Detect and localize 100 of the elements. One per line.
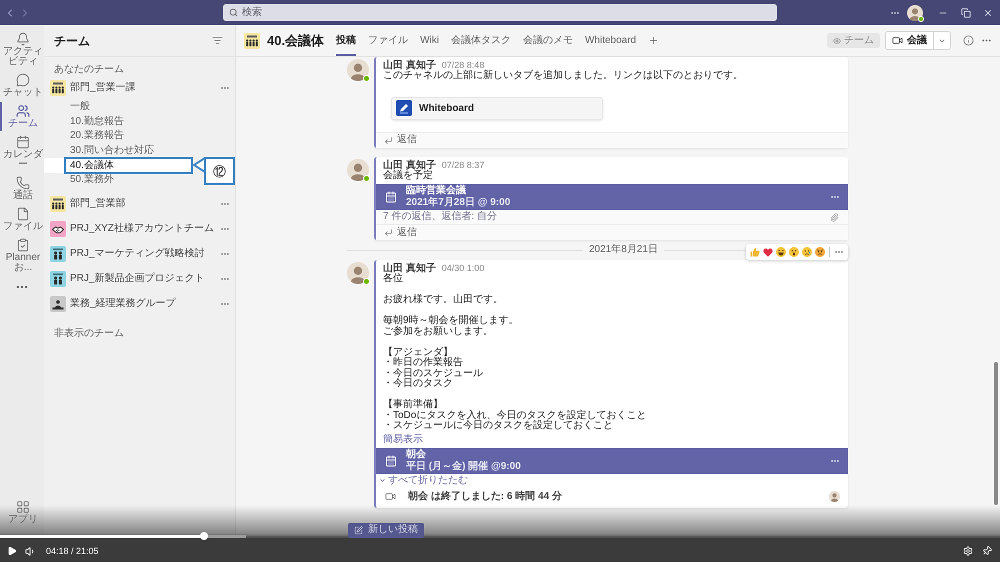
team-badge-label: チーム bbox=[844, 36, 874, 46]
filter-icon[interactable] bbox=[212, 35, 223, 46]
angry-face-icon[interactable] bbox=[815, 247, 825, 257]
calendar-icon bbox=[385, 191, 397, 203]
calendar-icon bbox=[16, 135, 30, 149]
channel-item[interactable]: 20.業務報告 bbox=[44, 129, 193, 144]
navigation-rail-item[interactable]: アプリ bbox=[0, 498, 44, 527]
team-item[interactable]: PRJ_マーケティング戦略検討 bbox=[44, 242, 235, 267]
tab[interactable]: 投稿 bbox=[336, 25, 356, 56]
meeting-banner[interactable]: 臨時営業会議 2021年7月28日 @ 9:00 bbox=[376, 184, 848, 210]
navigation-rail-item[interactable]: Planner お... bbox=[0, 236, 44, 275]
meet-button[interactable]: 会議 bbox=[885, 31, 934, 50]
message-text: 【アジェンダ】 ・昨日の作業報告 ・今日のスケジュール ・今日のタスク bbox=[383, 348, 483, 390]
info-icon[interactable] bbox=[963, 35, 974, 46]
navigation-rail-item[interactable]: 通話 bbox=[0, 174, 44, 203]
search-icon bbox=[229, 8, 238, 17]
channel-item[interactable]: 50.業務外 bbox=[44, 172, 193, 188]
close-icon[interactable] bbox=[983, 8, 993, 18]
team-item[interactable]: PRJ_新製品企画プロジェクト bbox=[44, 266, 235, 292]
message-text: このチャネルの上部に新しいタブを追加しました。リンクは以下のとおりです。 bbox=[383, 71, 743, 82]
thumbs-up-icon[interactable] bbox=[750, 247, 760, 257]
tab[interactable]: 会議体タスク bbox=[450, 25, 511, 56]
caret-icon bbox=[379, 477, 386, 484]
file-icon bbox=[16, 207, 30, 221]
attachment-card[interactable]: Whiteboard bbox=[391, 96, 603, 120]
navigation-rail-item[interactable]: ファイル bbox=[0, 205, 44, 234]
user-avatar bbox=[347, 158, 369, 180]
calendar-icon bbox=[385, 454, 397, 466]
settings-icon[interactable] bbox=[963, 546, 973, 556]
message-text: 会議を予定 bbox=[383, 170, 433, 181]
meeting-title: 臨時営業会議 bbox=[406, 185, 467, 196]
post-time: 04/30 1:00 bbox=[442, 263, 484, 274]
pen-square-icon bbox=[354, 526, 363, 534]
collapse-all-link[interactable]: すべて折りたたむ bbox=[379, 474, 468, 488]
reply-arrow-icon bbox=[384, 136, 393, 144]
meeting-time: 平日 (月～金) 開催 @9:00 bbox=[406, 460, 521, 472]
plus-icon[interactable] bbox=[648, 35, 660, 46]
video-camera-icon bbox=[385, 491, 396, 502]
show-less-link[interactable]: 簡易表示 bbox=[383, 434, 423, 446]
tab[interactable]: Wiki bbox=[420, 25, 439, 56]
reply-button[interactable]: 返信 bbox=[376, 224, 848, 240]
tab[interactable]: 会議のメモ bbox=[522, 25, 573, 56]
play-icon[interactable] bbox=[7, 546, 17, 556]
channel-item[interactable]: 30.問い合わせ対応 bbox=[44, 144, 193, 158]
team-item[interactable]: 部門_営業部 bbox=[44, 192, 235, 217]
new-post-button[interactable]: 新しい投稿 bbox=[348, 522, 424, 538]
date-divider-label: 2021年8月21日 bbox=[588, 245, 659, 255]
user-avatar bbox=[829, 491, 840, 502]
speaker-icon[interactable] bbox=[25, 546, 36, 556]
channel-title: 40.会議体 bbox=[267, 32, 324, 50]
sidebar-title: チーム bbox=[54, 32, 90, 50]
progress-track[interactable] bbox=[0, 532, 1000, 540]
tab[interactable]: Whiteboard bbox=[584, 25, 636, 56]
heart-icon[interactable] bbox=[763, 248, 773, 256]
scrollbar-thumb[interactable] bbox=[994, 362, 998, 505]
message-text: 【事前準備】 ・ToDoにタスクを入れ、今日のタスクを設定しておくこと ・スケジュールに今日のタスクを設定しておくこと bbox=[383, 400, 646, 432]
search-bar[interactable]: 検索 bbox=[223, 4, 777, 21]
playback-time: 04:18 / 21:05 bbox=[46, 546, 99, 556]
message-text: お疲れ様です。山田です。 bbox=[383, 295, 503, 306]
message-text: 各位 bbox=[383, 274, 403, 284]
author-name: 山田 真知子 bbox=[383, 263, 436, 274]
team-item[interactable]: PRJ_XYZ社様アカウントチーム bbox=[44, 216, 235, 242]
pen-tile-icon bbox=[396, 100, 412, 116]
phone-icon bbox=[16, 176, 30, 190]
post-time: 07/28 8:37 bbox=[442, 160, 484, 170]
user-avatar bbox=[907, 4, 923, 20]
channel-item[interactable]: 10.勤怠報告 bbox=[44, 114, 193, 130]
team-item[interactable]: 部門_営業一課 bbox=[44, 75, 235, 100]
meeting-time: 2021年7月28日 @ 9:00 bbox=[406, 197, 510, 209]
restore-icon[interactable] bbox=[961, 8, 971, 18]
people-icon bbox=[16, 104, 30, 118]
callout-pointer-icon bbox=[193, 157, 205, 174]
post-time: 07/28 8:48 bbox=[442, 60, 484, 70]
meeting-title: 朝会 bbox=[406, 448, 427, 460]
sad-face-icon[interactable] bbox=[802, 247, 812, 257]
author-name: 山田 真知子 bbox=[383, 60, 436, 71]
reply-button[interactable]: 返信 bbox=[376, 132, 848, 148]
navigation-rail-item[interactable]: チャット bbox=[0, 71, 44, 100]
surprised-face-icon[interactable] bbox=[789, 247, 799, 257]
section-label: 非表示のチーム bbox=[54, 328, 124, 340]
tab[interactable]: ファイル bbox=[368, 25, 408, 56]
clipboard-check-icon bbox=[16, 238, 30, 252]
eye-icon bbox=[833, 36, 841, 44]
navigation-rail-item[interactable]: カレンダー bbox=[0, 133, 44, 172]
message-text: 毎朝9時～朝会を開催します。 ご参加をお願いします。 bbox=[383, 316, 519, 337]
user-avatar bbox=[347, 59, 369, 81]
bell-icon bbox=[16, 32, 30, 46]
chat-bubble-icon bbox=[16, 73, 30, 87]
search-field[interactable]: 検索 bbox=[242, 6, 771, 20]
paperclip-icon bbox=[830, 212, 839, 222]
section-label: あなたのチーム bbox=[54, 64, 124, 75]
laughing-face-icon[interactable] bbox=[776, 247, 786, 257]
reply-arrow-icon bbox=[384, 228, 393, 237]
channel-item[interactable]: 一般 bbox=[44, 100, 193, 115]
meeting-banner[interactable]: 朝会 平日 (月～金) 開催 @9:00 bbox=[376, 448, 848, 474]
replies-summary-link[interactable]: 7 件の返信、返信者: 自分 bbox=[383, 212, 497, 222]
navigation-rail-item[interactable]: アクティビティ bbox=[0, 30, 44, 69]
team-item[interactable]: 業務_経理業務グループ bbox=[44, 292, 235, 317]
apps-grid-icon bbox=[16, 500, 30, 514]
meeting-ended-text: 朝会 は終了しました: 6 時間 44 分 bbox=[408, 492, 562, 502]
